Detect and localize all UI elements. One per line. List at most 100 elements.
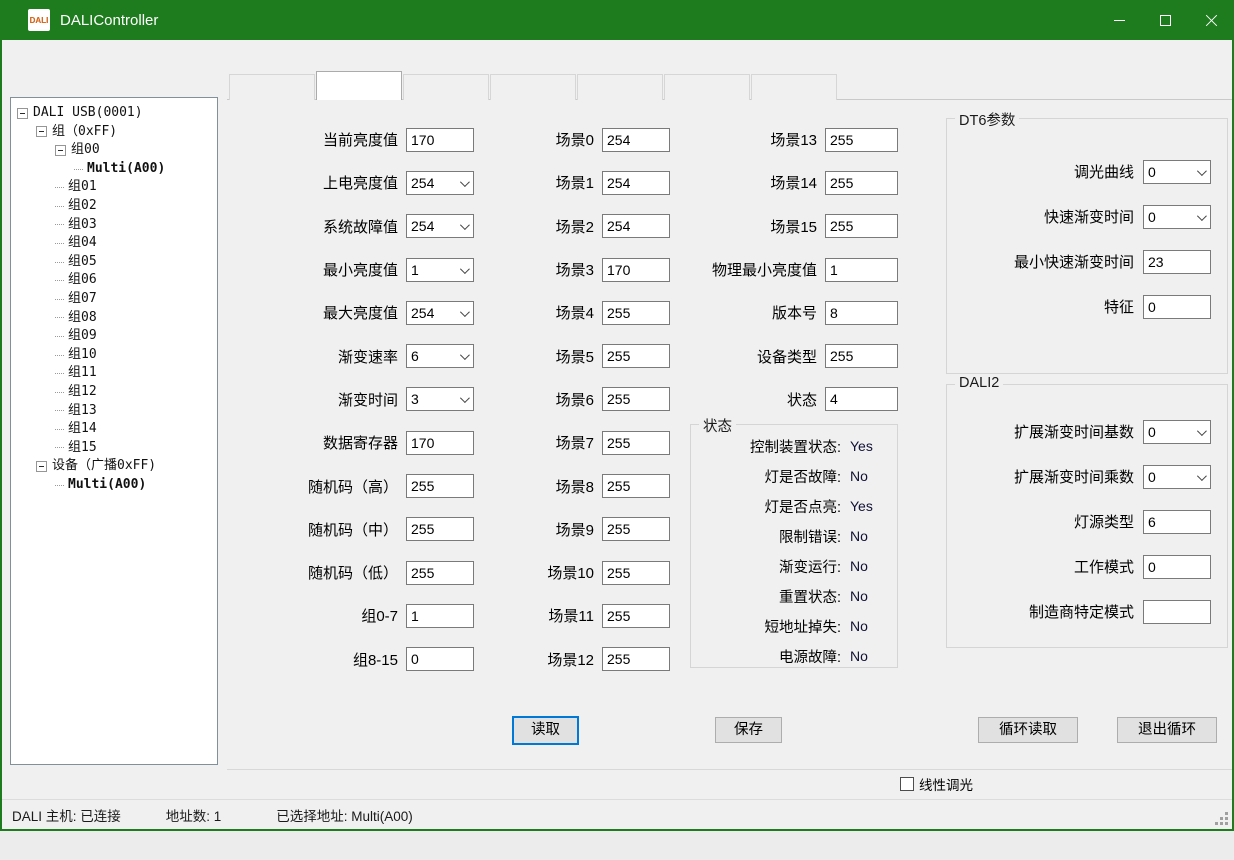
collapse-icon[interactable] [36, 126, 47, 137]
linear-dimming-checkbox[interactable]: 线性调光 [900, 774, 973, 794]
field-input[interactable] [1143, 420, 1211, 444]
tab[interactable] [229, 74, 315, 100]
tab[interactable] [577, 74, 663, 100]
field-input[interactable] [602, 474, 670, 498]
loop-read-button[interactable]: 循环读取 [978, 717, 1078, 743]
status-groupbox: 状态 控制装置状态: Yes 灯是否故障: No 灯是否点亮: Yes 限制错误… [690, 424, 898, 668]
tree-connector [55, 355, 64, 356]
tree-node[interactable]: 组07 [11, 290, 217, 309]
save-button[interactable]: 保存 [715, 717, 782, 743]
tree-node[interactable]: 组00 [11, 141, 217, 160]
tree-node[interactable]: 组01 [11, 178, 217, 197]
field-input[interactable] [602, 647, 670, 671]
field-input[interactable] [406, 214, 474, 238]
field-input[interactable] [406, 171, 474, 195]
field-input[interactable] [406, 647, 474, 671]
field-input[interactable] [602, 128, 670, 152]
field-input[interactable] [406, 301, 474, 325]
tab[interactable] [490, 74, 576, 100]
param-row: 渐变时间 [262, 378, 474, 421]
field-input[interactable] [1143, 205, 1211, 229]
tree-node[interactable]: 设备（广播0xFF) [11, 457, 217, 476]
field-box [1143, 420, 1211, 444]
close-button[interactable] [1188, 0, 1234, 40]
status-value: No [850, 528, 868, 544]
tree-node[interactable]: 组08 [11, 309, 217, 328]
field-input[interactable] [406, 258, 474, 282]
field-input[interactable] [406, 431, 474, 455]
field-input[interactable] [602, 604, 670, 628]
tree-node[interactable]: 组15 [11, 439, 217, 458]
param-row: 最大亮度值 [262, 291, 474, 334]
checkbox-icon[interactable] [900, 777, 914, 791]
field-label: 场景10 [547, 562, 594, 583]
field-input[interactable] [602, 431, 670, 455]
tree-node[interactable]: 组03 [11, 216, 217, 235]
field-label: 场景12 [547, 649, 594, 670]
field-input[interactable] [406, 604, 474, 628]
tree-node[interactable]: 组11 [11, 364, 217, 383]
field-input[interactable] [825, 387, 898, 411]
tree-connector [55, 485, 64, 486]
tree-node[interactable]: 组05 [11, 253, 217, 272]
tree-node[interactable]: 组10 [11, 346, 217, 365]
field-input[interactable] [602, 171, 670, 195]
tab[interactable] [664, 74, 750, 100]
scene-row: 场景4 [507, 291, 670, 334]
field-input[interactable] [1143, 600, 1211, 624]
tree-node[interactable]: 组09 [11, 327, 217, 346]
field-input[interactable] [406, 387, 474, 411]
tree-node[interactable]: 组（0xFF) [11, 123, 217, 142]
tree-node[interactable]: 组02 [11, 197, 217, 216]
tree-node[interactable]: 组14 [11, 420, 217, 439]
field-input[interactable] [1143, 295, 1211, 319]
scene-row: 场景8 [507, 464, 670, 507]
field-input[interactable] [602, 344, 670, 368]
tree-node[interactable]: Multi(A00) [11, 160, 217, 179]
field-input[interactable] [825, 128, 898, 152]
field-input[interactable] [406, 474, 474, 498]
groupbox-title: DALI2 [955, 375, 1003, 391]
exit-loop-button[interactable]: 退出循环 [1117, 717, 1217, 743]
tree-node-label: Multi(A00) [68, 476, 146, 495]
field-input[interactable] [602, 301, 670, 325]
field-box [1143, 465, 1211, 489]
tab[interactable] [751, 74, 837, 100]
minimize-button[interactable] [1096, 0, 1142, 40]
field-input[interactable] [406, 344, 474, 368]
field-input[interactable] [406, 561, 474, 585]
tree-node[interactable]: 组04 [11, 234, 217, 253]
field-input[interactable] [602, 214, 670, 238]
collapse-icon[interactable] [55, 145, 66, 156]
field-input[interactable] [406, 128, 474, 152]
collapse-icon[interactable] [36, 461, 47, 472]
field-input[interactable] [1143, 465, 1211, 489]
field-input[interactable] [1143, 510, 1211, 534]
field-input[interactable] [825, 301, 898, 325]
field-input[interactable] [825, 344, 898, 368]
maximize-button[interactable] [1142, 0, 1188, 40]
field-input[interactable] [602, 387, 670, 411]
field-input[interactable] [825, 171, 898, 195]
tree-node[interactable]: 组13 [11, 402, 217, 421]
field-input[interactable] [1143, 250, 1211, 274]
field-input[interactable] [602, 517, 670, 541]
field-input[interactable] [1143, 160, 1211, 184]
resize-grip[interactable] [1216, 813, 1228, 825]
tree-node[interactable]: Multi(A00) [11, 476, 217, 495]
tree-node[interactable]: 组06 [11, 271, 217, 290]
field-input[interactable] [602, 561, 670, 585]
tree-node[interactable]: 组12 [11, 383, 217, 402]
tab[interactable] [316, 71, 402, 100]
field-box [825, 344, 898, 368]
tab[interactable] [403, 74, 489, 100]
read-button[interactable]: 读取 [512, 716, 579, 745]
collapse-icon[interactable] [17, 108, 28, 119]
tree-node[interactable]: DALI USB(0001) [11, 104, 217, 123]
field-input[interactable] [602, 258, 670, 282]
field-input[interactable] [825, 258, 898, 282]
field-input[interactable] [1143, 555, 1211, 579]
field-input[interactable] [406, 517, 474, 541]
dt6-rows: 调光曲线 快速渐变时间 最小快速渐变时间 [947, 149, 1227, 329]
field-input[interactable] [825, 214, 898, 238]
